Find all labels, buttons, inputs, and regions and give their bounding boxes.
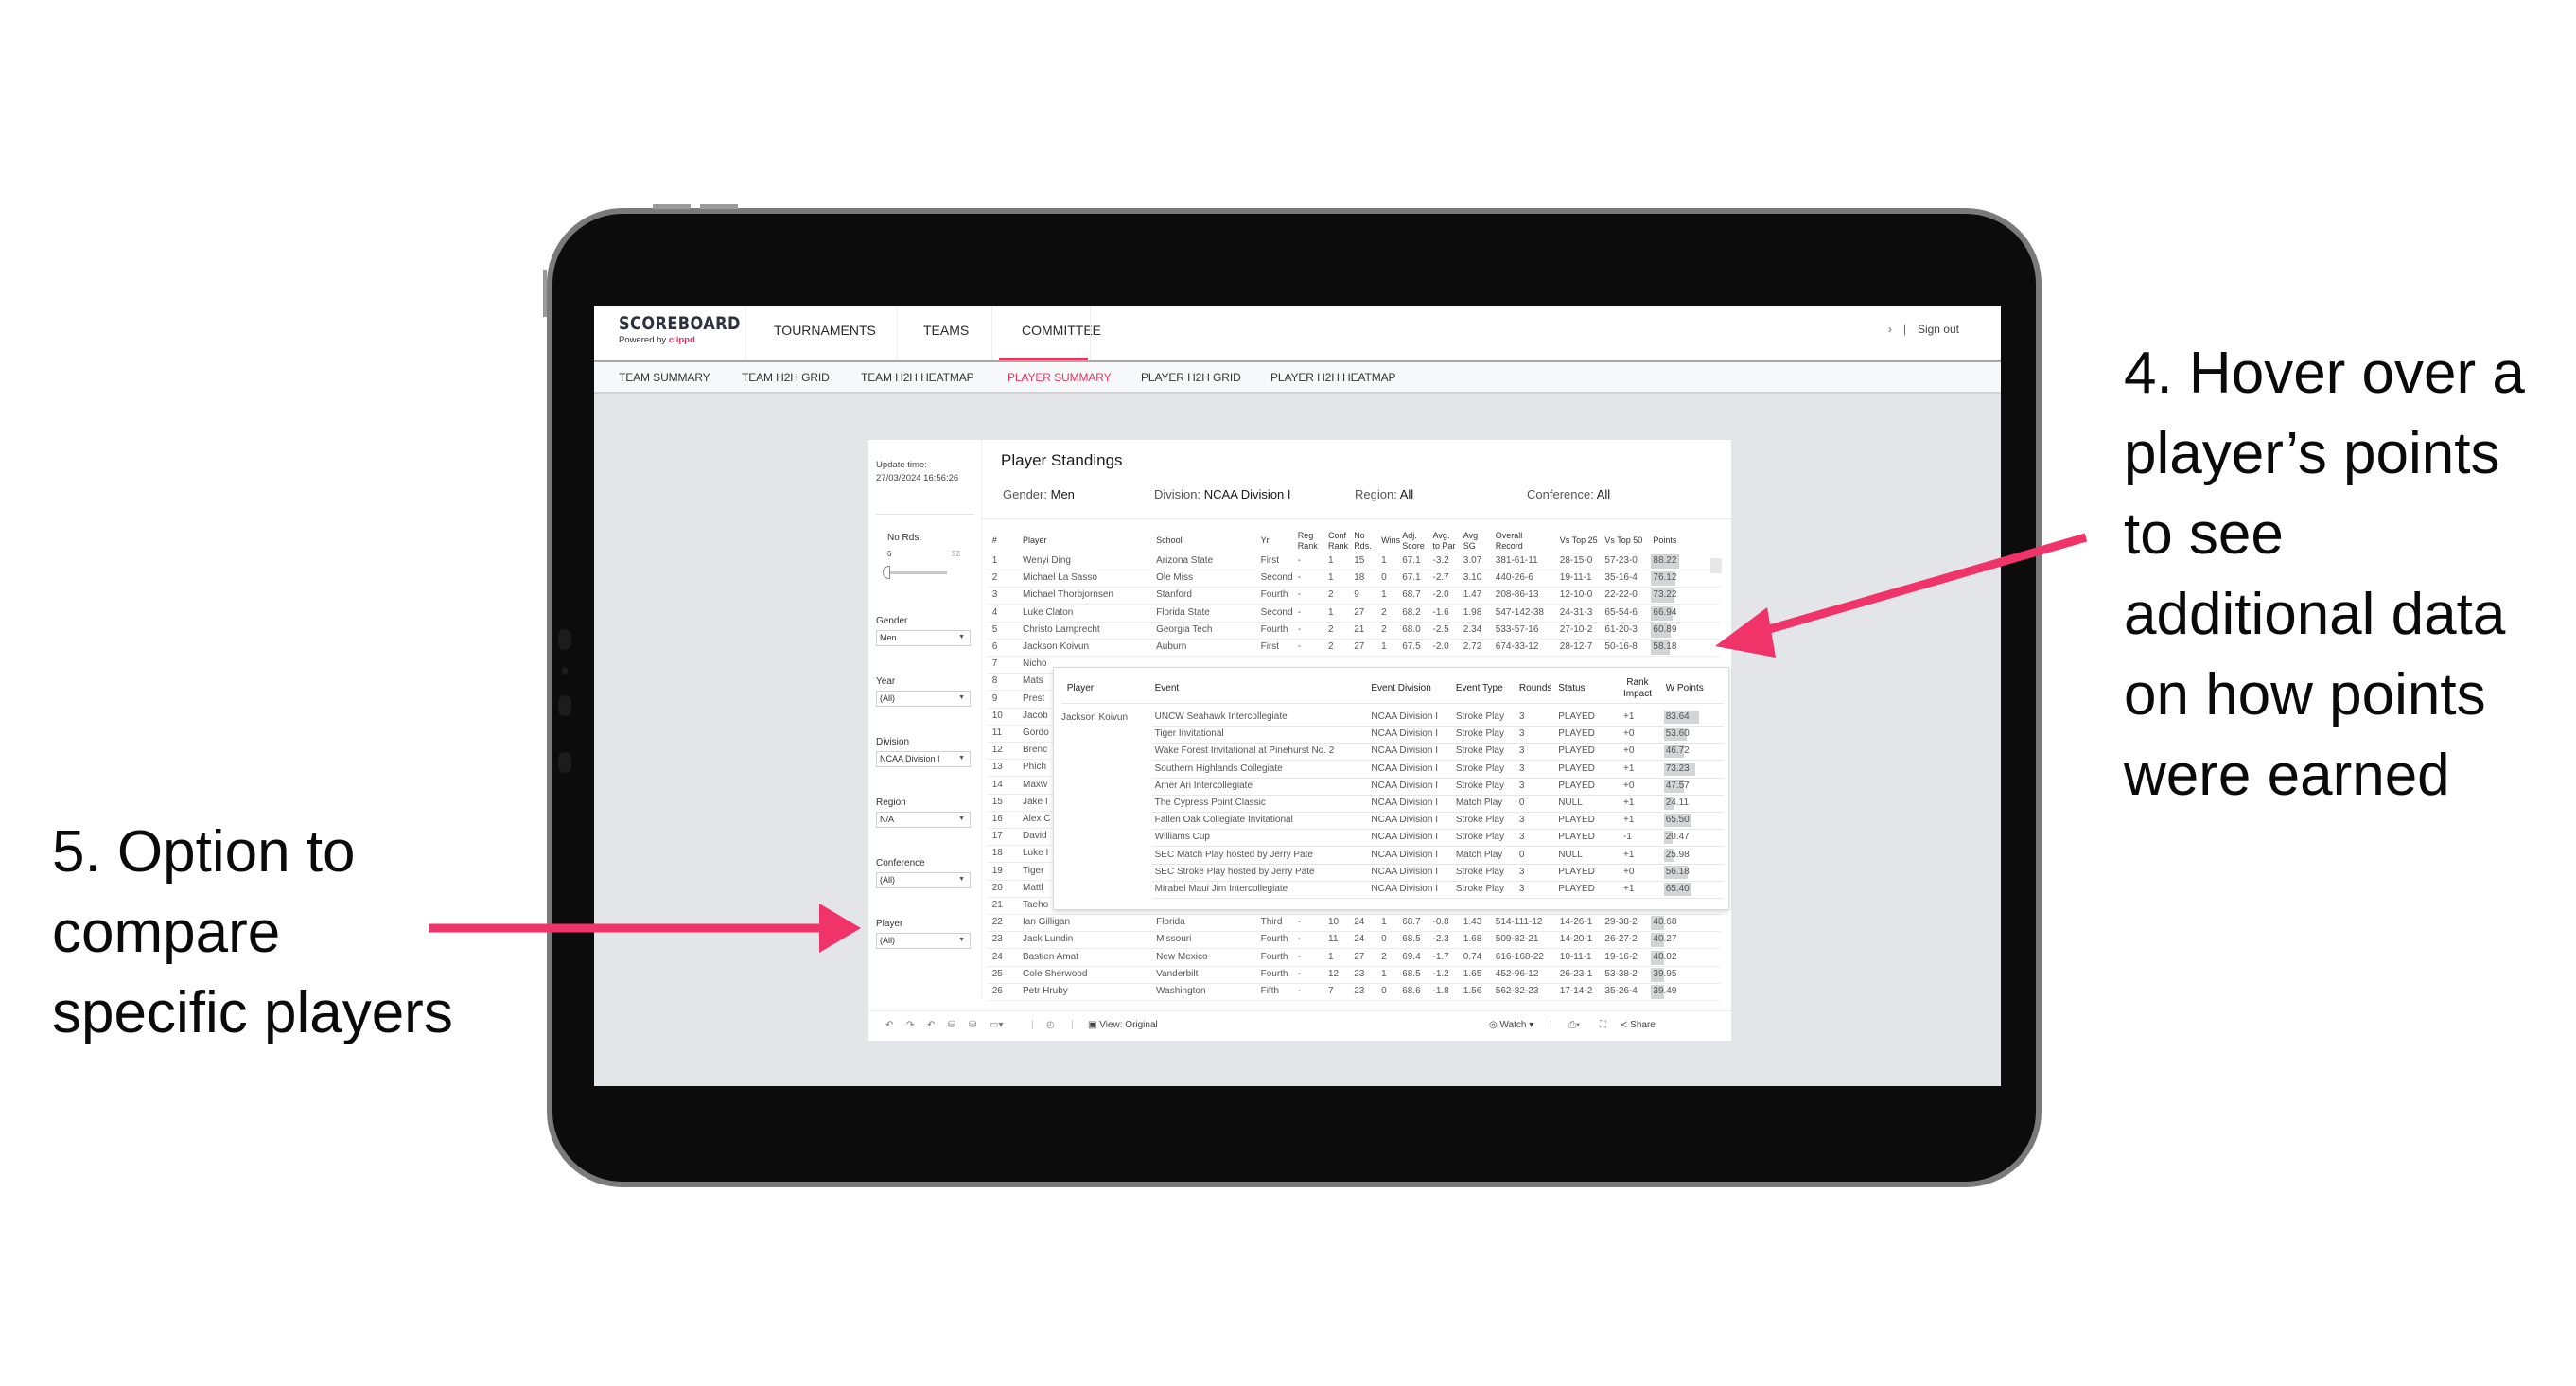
arrow-compare-head: [819, 904, 861, 953]
annotation-arrows: [429, 533, 2088, 953]
arrow-hover-line: [1758, 533, 2088, 637]
arrow-hover-head: [1715, 607, 1776, 658]
